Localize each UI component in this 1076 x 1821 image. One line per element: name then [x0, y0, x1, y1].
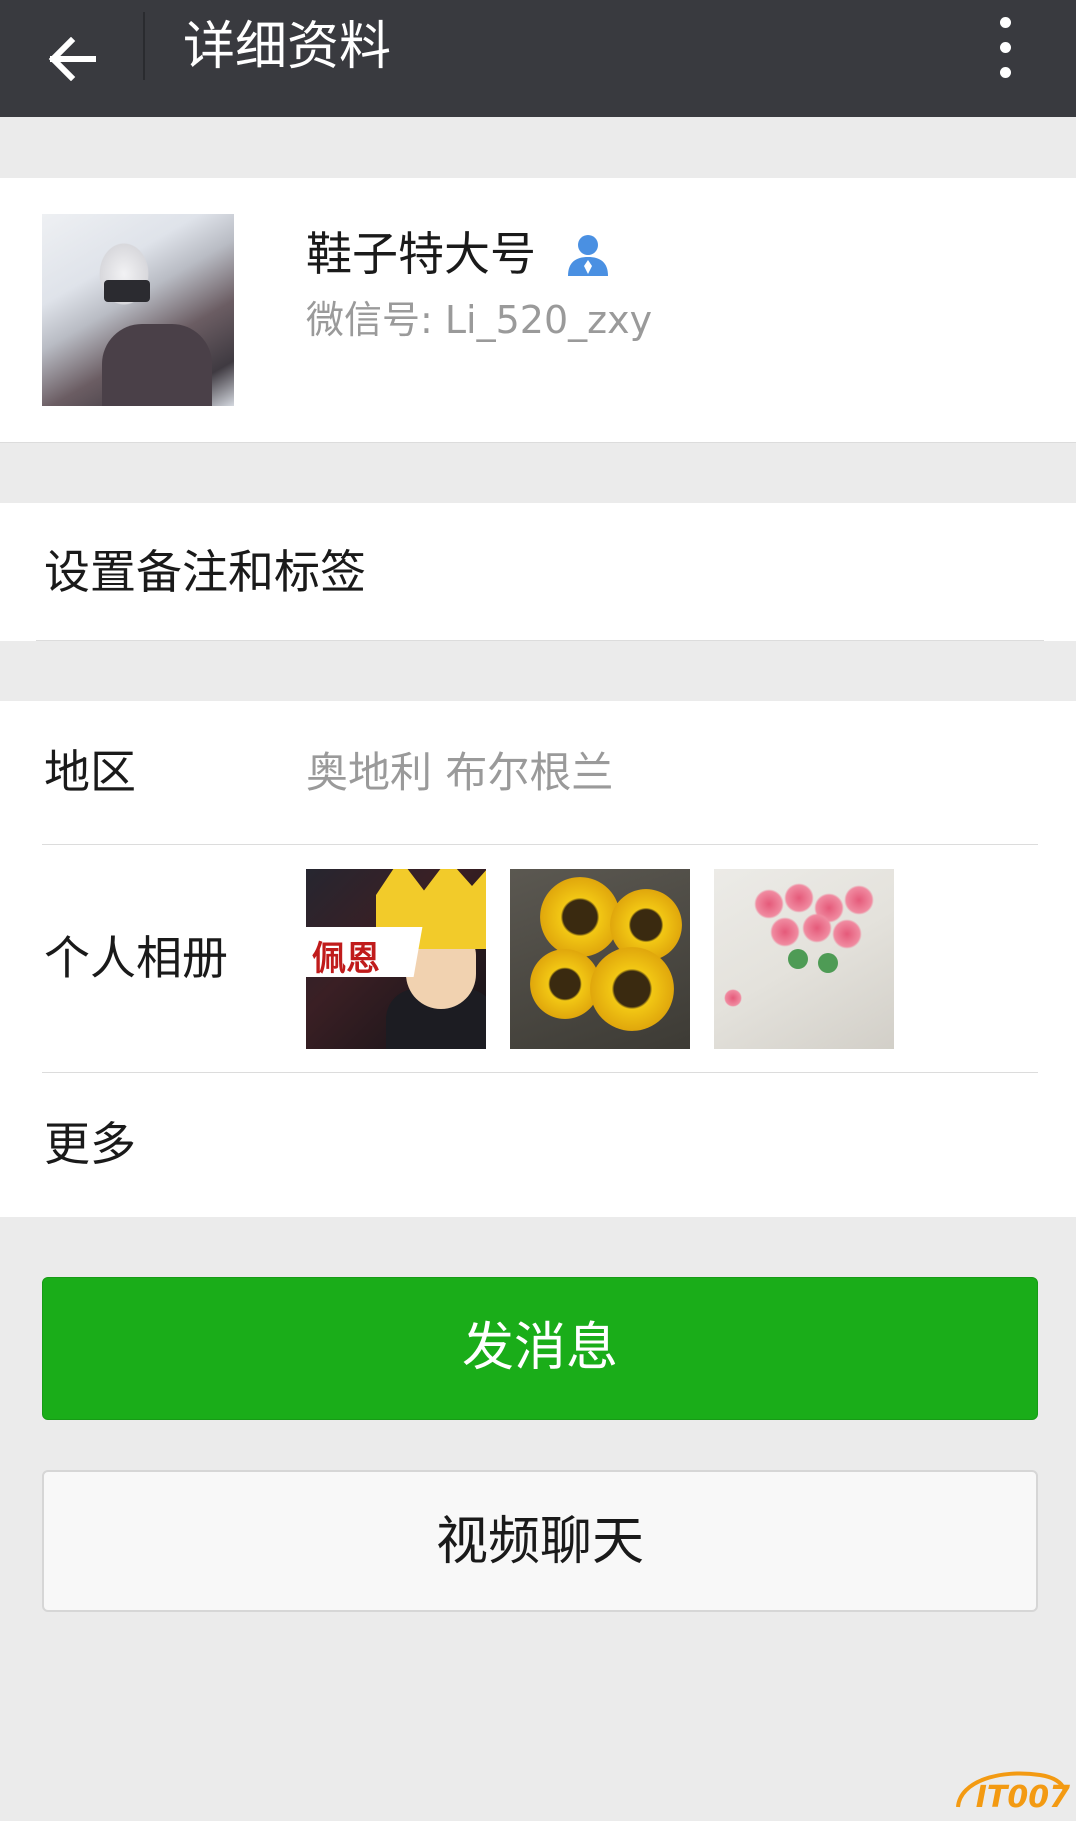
region-value: 奥地利 布尔根兰 — [306, 748, 614, 797]
leaf — [818, 953, 838, 973]
rose — [754, 889, 784, 919]
more-dot — [999, 41, 1011, 53]
profile-card: 鞋子特大号 微信号: Li_520_zxy — [0, 178, 1076, 443]
send-message-button[interactable]: 发消息 — [42, 1277, 1038, 1420]
sunflower — [590, 947, 674, 1031]
album-photo-sunflowers[interactable] — [510, 869, 690, 1049]
album-label: 个人相册 — [44, 931, 228, 985]
divider — [36, 640, 1044, 641]
rose — [832, 919, 862, 949]
wechat-id: 微信号: Li_520_zxy — [306, 298, 653, 342]
nickname: 鞋子特大号 — [306, 227, 536, 281]
rose — [784, 883, 814, 913]
remark-and-tags-row[interactable]: 设置备注和标签 — [0, 503, 1076, 641]
avatar-art — [104, 280, 150, 302]
name-row: 鞋子特大号 — [306, 222, 610, 286]
rose — [724, 989, 742, 1007]
remark-label: 设置备注和标签 — [44, 545, 366, 599]
more-options-button[interactable] — [970, 0, 1040, 94]
more-row[interactable]: 更多 — [0, 1072, 1076, 1217]
personal-album-row[interactable]: 个人相册 佩恩 — [0, 844, 1076, 1072]
person-icon — [566, 232, 610, 276]
rose — [770, 917, 800, 947]
album-thumbnails: 佩恩 — [306, 869, 918, 1049]
watermark-text: IT007 — [975, 1780, 1070, 1815]
title-divider — [143, 12, 145, 80]
leaf — [788, 949, 808, 969]
back-button[interactable] — [0, 0, 143, 117]
more-vertical-icon — [999, 16, 1011, 28]
video-chat-button[interactable]: 视频聊天 — [42, 1470, 1038, 1612]
more-label: 更多 — [44, 1117, 136, 1171]
rose — [844, 885, 874, 915]
page-title: 详细资料 — [183, 17, 392, 77]
avatar[interactable] — [42, 214, 234, 406]
title-bar: 详细资料 — [0, 0, 1076, 117]
avatar-art — [102, 324, 212, 406]
arrow-left-icon — [48, 36, 96, 81]
album-photo-roses[interactable] — [714, 869, 894, 1049]
thumb-caption: 佩恩 — [312, 939, 380, 979]
rose — [802, 913, 832, 943]
avatar-art — [106, 214, 234, 342]
info-section: 地区 奥地利 布尔根兰 个人相册 佩恩 更多 — [0, 701, 1076, 1217]
region-label: 地区 — [44, 745, 136, 799]
album-photo-anime[interactable]: 佩恩 — [306, 869, 486, 1049]
region-row: 地区 奥地利 布尔根兰 — [0, 701, 1076, 844]
more-dot — [999, 66, 1011, 78]
sunflower — [540, 877, 620, 957]
